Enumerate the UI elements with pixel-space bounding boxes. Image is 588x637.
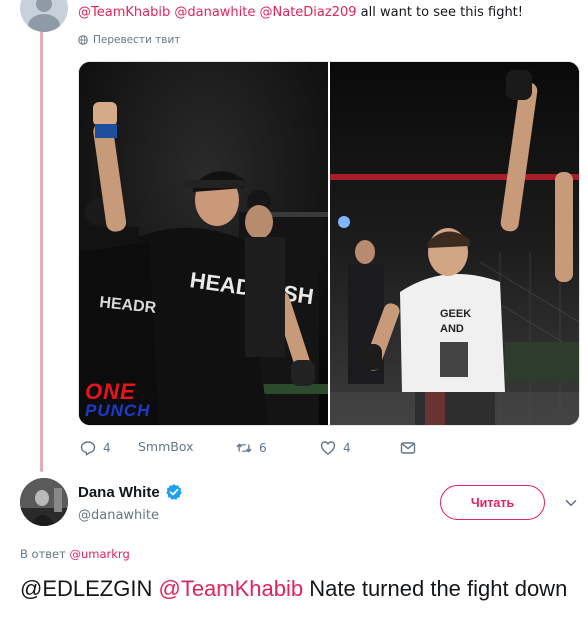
dm-icon [400, 442, 416, 454]
translate-tweet-link[interactable]: Перевести твит [78, 34, 180, 46]
tweet-body-text: Nate turned the fight down [309, 576, 568, 601]
like-button[interactable]: 4 [320, 440, 351, 456]
svg-text:GEEK: GEEK [440, 308, 471, 320]
tweet-body-text: all want to see this fight! [360, 5, 523, 20]
watermark-logo: ONE PUNCH [85, 378, 151, 420]
globe-icon [78, 35, 88, 45]
svg-text:AND: AND [440, 323, 464, 335]
retweet-count: 6 [259, 441, 267, 455]
parent-tweet-text: @TeamKhabib @danawhite @NateDiaz209 all … [78, 5, 523, 20]
mention-link[interactable]: @danawhite [174, 5, 255, 20]
avatar-image [20, 478, 68, 526]
reply-tweet-text: @EDLEZGIN @TeamKhabib Nate turned the fi… [20, 574, 580, 604]
reply-icon [80, 441, 96, 456]
reply-count: 4 [103, 441, 111, 455]
tweet-media[interactable]: HEADRUSH HEADR ONE PUNCH [78, 61, 580, 426]
like-count: 4 [343, 441, 351, 455]
reply-to-prefix: В ответ [20, 547, 66, 561]
via-app-label: SmmBox [138, 439, 194, 454]
follow-button[interactable]: Читать [440, 485, 545, 520]
reply-to-handle[interactable]: @umarkrg [70, 547, 130, 561]
mention-link[interactable]: @TeamKhabib [158, 576, 303, 601]
avatar[interactable] [20, 0, 68, 32]
photo-khabib-image: HEADRUSH HEADR [79, 62, 328, 425]
retweet-icon [236, 443, 252, 453]
chevron-down-icon[interactable] [564, 496, 578, 510]
photo-diaz-image: GEEK AND [330, 62, 579, 425]
reply-context: В ответ @umarkrg [20, 547, 130, 561]
like-icon [320, 441, 336, 455]
author-handle[interactable]: @danawhite [78, 508, 159, 523]
photo-khabib[interactable]: HEADRUSH HEADR ONE PUNCH [79, 62, 330, 425]
verified-icon [165, 484, 182, 500]
direct-message-button[interactable] [400, 440, 416, 456]
mention-link[interactable]: @TeamKhabib [78, 5, 170, 20]
tweet-actions: 4 SmmBox 6 4 [78, 438, 578, 460]
translate-label: Перевести твит [93, 34, 181, 46]
avatar[interactable] [20, 478, 68, 526]
author-name[interactable]: Dana White [78, 484, 160, 501]
thread-connector [40, 30, 43, 472]
photo-diaz[interactable]: GEEK AND [330, 62, 579, 425]
mention-link[interactable]: @EDLEZGIN [20, 576, 152, 601]
mention-link[interactable]: @NateDiaz209 [260, 5, 357, 20]
retweet-button[interactable]: 6 [236, 440, 267, 456]
reply-button[interactable]: 4 [80, 440, 111, 456]
author-name-row: Dana White [78, 483, 183, 501]
